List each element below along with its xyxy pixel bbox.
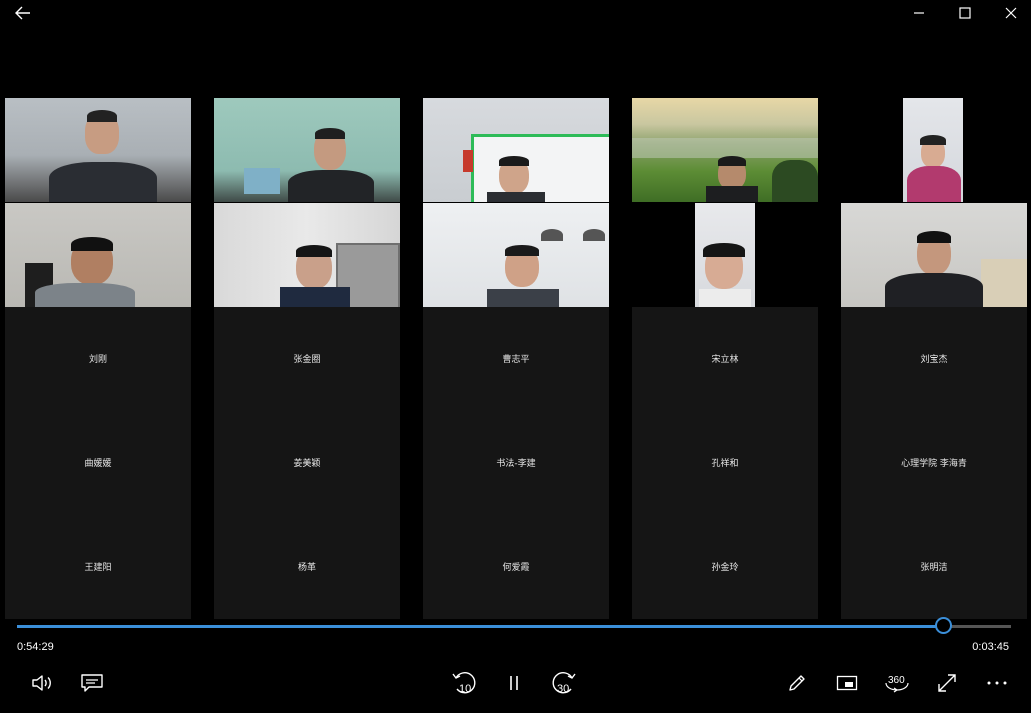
participant-tile: 心理学院 李海青 [841, 411, 1027, 515]
participant-tile: 王建阳 [5, 515, 191, 619]
participant-tile: 何爱霞 [423, 515, 609, 619]
participant-tile: 曲媛媛 [5, 411, 191, 515]
participant-name: 张金圈 [293, 355, 321, 365]
participant-tile: 张明洁 [841, 515, 1027, 619]
mini-view-button[interactable] [832, 668, 862, 698]
video-tile [632, 98, 818, 202]
view-360-label: 360 [888, 675, 905, 686]
skip-forward-button[interactable]: 30 [549, 668, 579, 698]
seek-bar-fill [17, 625, 944, 628]
participant-tile: 书法-李建 [423, 411, 609, 515]
participant-name: 刘刚 [88, 355, 107, 365]
elapsed-time: 0:54:29 [17, 641, 54, 653]
participant-name: 何爱霞 [502, 563, 530, 573]
subtitles-icon [81, 674, 103, 692]
seek-bar[interactable] [17, 625, 1011, 628]
participant-name: 王建阳 [84, 563, 112, 573]
video-tile [5, 203, 191, 307]
participant-tile: 孔祥和 [632, 411, 818, 515]
view-360-button[interactable]: 360 [882, 668, 912, 698]
video-grid: 刘刚 张金圈 曹志平 宋立林 刘宝杰 曲媛媛 姜美颖 书法-李建 孔祥和 心理学… [0, 0, 1031, 620]
participant-name: 曲媛媛 [84, 459, 112, 469]
fullscreen-button[interactable] [932, 668, 962, 698]
seek-thumb[interactable] [935, 617, 953, 634]
participant-tile: 张金圈 [214, 307, 400, 411]
video-tile [423, 98, 609, 202]
participant-name: 心理学院 李海青 [901, 459, 967, 469]
video-tile [841, 203, 1027, 307]
participant-tile: 杨革 [214, 515, 400, 619]
pen-button[interactable] [782, 668, 812, 698]
participant-name: 姜美颖 [293, 459, 321, 469]
more-icon [987, 681, 1007, 685]
participant-tile: 姜美颖 [214, 411, 400, 515]
participant-name: 张明洁 [920, 563, 948, 573]
pause-button[interactable] [499, 668, 529, 698]
participant-tile: 曹志平 [423, 307, 609, 411]
skip-forward-label: 30 [557, 683, 569, 695]
volume-button[interactable] [27, 668, 57, 698]
participant-tile: 刘刚 [5, 307, 191, 411]
skip-back-label: 10 [459, 683, 471, 695]
volume-icon [32, 675, 51, 691]
participant-name: 宋立林 [711, 355, 739, 365]
pause-icon [510, 676, 518, 690]
view-360-icon: 360 [885, 675, 909, 693]
video-tile [695, 203, 755, 307]
participant-name: 书法-李建 [496, 459, 536, 469]
fullscreen-icon [938, 674, 956, 692]
subtitles-button[interactable] [77, 668, 107, 698]
skip-back-button[interactable]: 10 [449, 668, 479, 698]
participant-name: 刘宝杰 [920, 355, 948, 365]
remaining-time: 0:03:45 [972, 641, 1009, 653]
participant-name: 孔祥和 [711, 459, 739, 469]
participant-name: 杨革 [297, 563, 316, 573]
participant-name: 孙金玲 [711, 563, 739, 573]
video-tile [5, 98, 191, 202]
participant-name: 曹志平 [502, 355, 530, 365]
participant-tile: 孙金玲 [632, 515, 818, 619]
more-button[interactable] [982, 668, 1012, 698]
video-tile [214, 98, 400, 202]
skip-forward-icon: 30 [552, 672, 576, 695]
video-tile [214, 203, 400, 307]
video-tile [903, 98, 963, 202]
video-tile [423, 203, 609, 307]
pen-icon [789, 675, 805, 691]
skip-back-icon: 10 [452, 672, 476, 695]
participant-tile: 宋立林 [632, 307, 818, 411]
mini-view-icon [836, 675, 858, 691]
participant-tile: 刘宝杰 [841, 307, 1027, 411]
